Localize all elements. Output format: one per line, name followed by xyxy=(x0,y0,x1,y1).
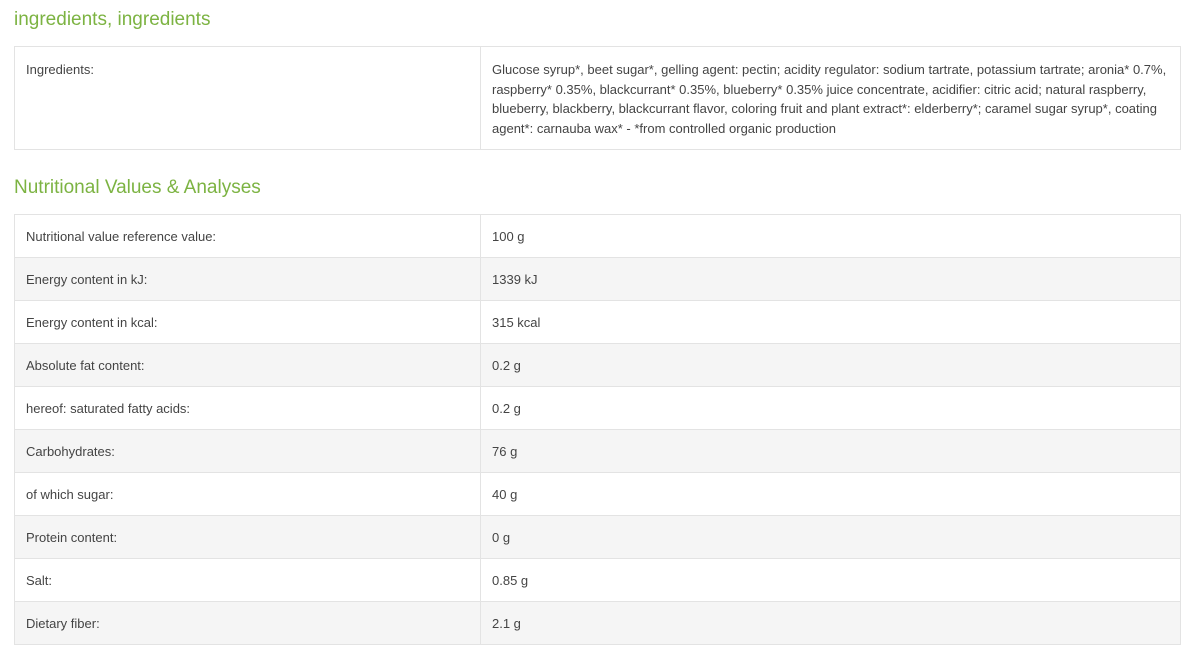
nutrition-value: 76 g xyxy=(480,429,1181,473)
nutrition-row-reference: Nutritional value reference value: 100 g xyxy=(14,214,1181,258)
nutrition-heading: Nutritional Values & Analyses xyxy=(14,177,261,198)
ingredients-value: Glucose syrup*, beet sugar*, gelling age… xyxy=(480,45,1181,151)
nutrition-value: 0 g xyxy=(480,515,1181,559)
nutrition-row-energy-kj: Energy content in kJ: 1339 kJ xyxy=(14,257,1181,301)
nutrition-value: 40 g xyxy=(480,472,1181,516)
nutrition-label: Carbohydrates: xyxy=(14,429,481,473)
nutrition-value: 0.85 g xyxy=(480,558,1181,602)
nutrition-value: 100 g xyxy=(480,214,1181,258)
nutrition-value: 0.2 g xyxy=(480,386,1181,430)
nutrition-row-fiber: Dietary fiber: 2.1 g xyxy=(14,601,1181,645)
nutrition-label: hereof: saturated fatty acids: xyxy=(14,386,481,430)
nutrition-label: Energy content in kJ: xyxy=(14,257,481,301)
ingredients-label: Ingredients: xyxy=(14,45,481,151)
nutrition-label: of which sugar: xyxy=(14,472,481,516)
nutrition-row-sugar: of which sugar: 40 g xyxy=(14,472,1181,516)
nutrition-value: 2.1 g xyxy=(480,601,1181,645)
nutrition-row-saturated-fat: hereof: saturated fatty acids: 0.2 g xyxy=(14,386,1181,430)
nutrition-value: 0.2 g xyxy=(480,343,1181,387)
nutrition-label: Absolute fat content: xyxy=(14,343,481,387)
nutrition-row-fat: Absolute fat content: 0.2 g xyxy=(14,343,1181,387)
nutrition-value: 1339 kJ xyxy=(480,257,1181,301)
ingredients-heading: ingredients, ingredients xyxy=(14,9,211,30)
nutrition-table: Nutritional value reference value: 100 g… xyxy=(14,214,1181,645)
nutrition-value: 315 kcal xyxy=(480,300,1181,344)
ingredients-row: Ingredients: Glucose syrup*, beet sugar*… xyxy=(14,45,1181,151)
nutrition-label: Protein content: xyxy=(14,515,481,559)
nutrition-label: Salt: xyxy=(14,558,481,602)
nutrition-row-carbohydrates: Carbohydrates: 76 g xyxy=(14,429,1181,473)
nutrition-row-energy-kcal: Energy content in kcal: 315 kcal xyxy=(14,300,1181,344)
nutrition-label: Dietary fiber: xyxy=(14,601,481,645)
nutrition-row-salt: Salt: 0.85 g xyxy=(14,558,1181,602)
ingredients-table: Ingredients: Glucose syrup*, beet sugar*… xyxy=(14,45,1181,151)
nutrition-row-protein: Protein content: 0 g xyxy=(14,515,1181,559)
nutrition-label: Energy content in kcal: xyxy=(14,300,481,344)
nutrition-label: Nutritional value reference value: xyxy=(14,214,481,258)
